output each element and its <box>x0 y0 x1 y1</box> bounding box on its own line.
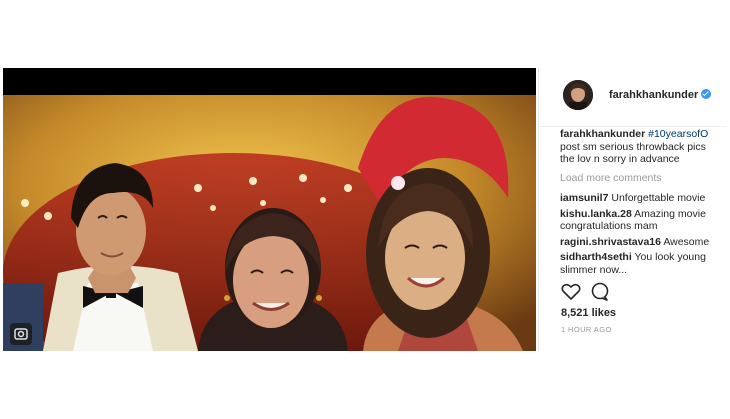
post-sidebar: farahkhankunder farahkhankunder #10years… <box>538 68 726 351</box>
post-header: farahkhankunder <box>539 68 726 127</box>
comment-text-continued: congratulations mam <box>560 220 658 232</box>
comment-list: farahkhankunder #10yearsofO post sm seri… <box>560 128 726 279</box>
post-actions <box>561 282 631 307</box>
instagram-post: farahkhankunder farahkhankunder #10years… <box>3 68 726 351</box>
load-more-comments-button[interactable]: Load more comments <box>560 172 726 185</box>
verified-badge-icon <box>701 89 712 99</box>
caption-username[interactable]: farahkhankunder <box>560 128 645 140</box>
comment-item: ragini.shrivastava16 Awesome <box>560 236 726 249</box>
caption-line-2: the lov n sorry in advance <box>560 153 680 165</box>
comment-text: Unforgettable movie <box>608 192 706 204</box>
post-timestamp: 1 HOUR AGO <box>561 325 612 334</box>
photo-illustration <box>3 68 536 351</box>
comment-username[interactable]: sidharth4sethi <box>560 251 632 263</box>
comment-username[interactable]: ragini.shrivastava16 <box>560 236 661 248</box>
camera-icon <box>10 323 32 345</box>
avatar[interactable] <box>563 80 593 110</box>
comment-text: You look young <box>631 251 706 263</box>
heart-icon[interactable] <box>561 283 581 300</box>
comment-text-continued: slimmer now... <box>560 263 628 276</box>
comment-text: Awesome <box>660 235 710 248</box>
caption-line-1: post sm serious throwback pics <box>560 140 706 153</box>
comment-icon[interactable] <box>591 282 609 301</box>
post-username[interactable]: farahkhankunder <box>609 89 712 101</box>
caption-hashtag[interactable]: #10yearsofO <box>648 128 708 140</box>
post-photo[interactable] <box>3 68 536 351</box>
comment-item: sidharth4sethi You look young slimmer no… <box>560 251 726 276</box>
like-count[interactable]: 8,521 likes <box>561 307 616 319</box>
caption: farahkhankunder #10yearsofO post sm seri… <box>560 128 726 166</box>
comment-item: iamsunil7 Unforgettable movie <box>560 192 726 205</box>
comment-text: Amazing movie <box>631 207 706 220</box>
comment-username[interactable]: iamsunil7 <box>560 192 608 204</box>
username-text[interactable]: farahkhankunder <box>609 89 698 101</box>
comment-item: kishu.lanka.28 Amazing movie congratulat… <box>560 208 726 233</box>
comment-username[interactable]: kishu.lanka.28 <box>560 208 632 220</box>
